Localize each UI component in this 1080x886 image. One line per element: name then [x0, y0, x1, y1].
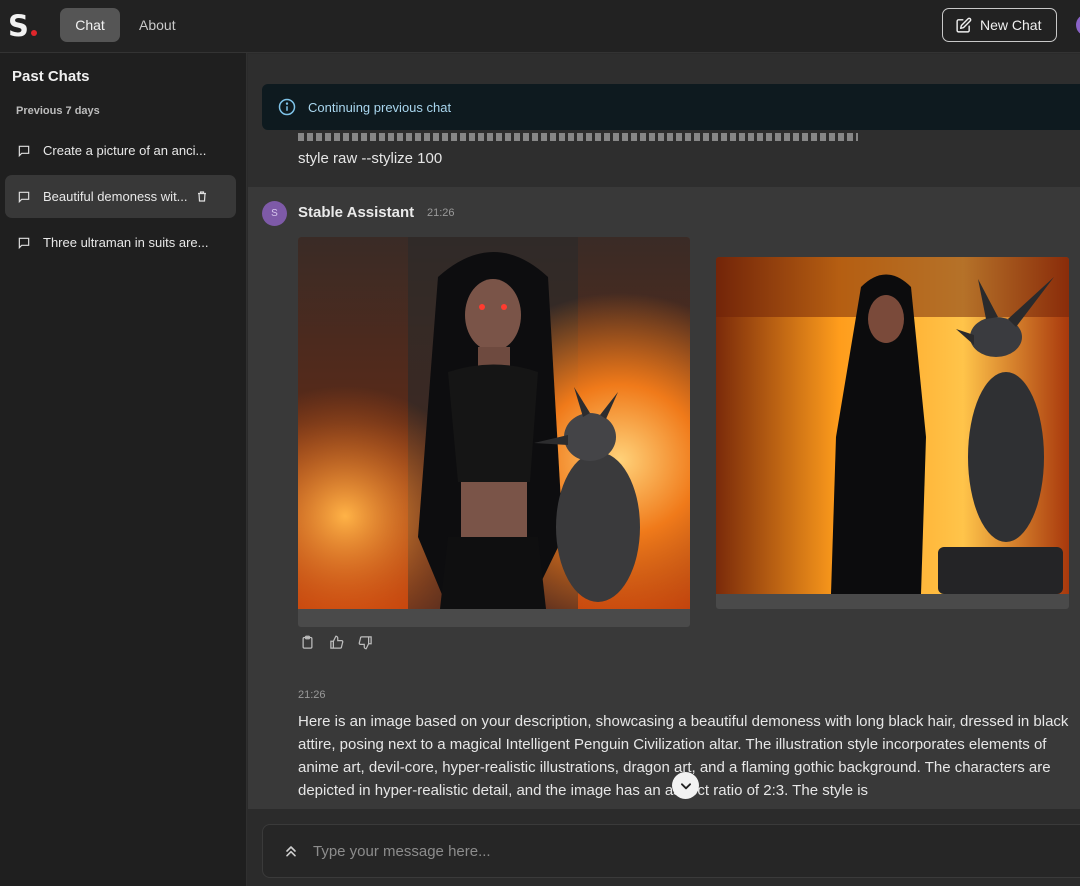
chat-item-active[interactable]: Beautiful demoness wit...: [5, 175, 236, 218]
chat-bubble-icon: [18, 237, 30, 249]
assistant-name: Stable Assistant: [298, 204, 415, 221]
thumbs-up-icon[interactable]: [329, 635, 344, 650]
message-input[interactable]: [313, 842, 1013, 860]
app-root: S Chat About New Chat Past Chats Previou…: [0, 0, 1080, 886]
chat-bubble-icon: [18, 145, 30, 157]
new-chat-button[interactable]: New Chat: [942, 8, 1057, 42]
assistant-message: S Stable Assistant 21:26 21:26 Here is a…: [248, 187, 1080, 886]
assistant-avatar: S: [262, 201, 287, 226]
logo-dot: [31, 30, 37, 36]
generated-image-2[interactable]: [716, 257, 1069, 609]
notice-text: Continuing previous chat: [308, 99, 452, 115]
sidebar-title: Past Chats: [12, 68, 90, 85]
chat-item-label: Create a picture of an anci...: [43, 143, 207, 158]
edit-icon: [956, 17, 972, 33]
continuing-chat-notice: Continuing previous chat: [262, 84, 1080, 130]
tab-about[interactable]: About: [124, 8, 191, 42]
previous-message-text: style raw --stylize 100: [298, 150, 443, 167]
thumbs-down-icon[interactable]: [358, 635, 373, 650]
chat-bubble-icon: [18, 191, 30, 203]
tab-chat[interactable]: Chat: [60, 8, 120, 42]
chat-main: style raw --stylize 100 S Stable Assista…: [248, 54, 1080, 886]
new-chat-label: New Chat: [980, 17, 1042, 33]
chat-item[interactable]: Create a picture of an anci...: [5, 129, 236, 172]
sidebar: Past Chats Previous 7 days Create a pict…: [0, 53, 247, 886]
message-timestamp: 21:26: [298, 689, 326, 701]
assistant-timestamp: 21:26: [427, 207, 455, 219]
double-chevron-up-icon[interactable]: [283, 843, 299, 859]
message-actions: [300, 635, 373, 650]
logo[interactable]: S: [8, 9, 29, 43]
user-avatar[interactable]: [1076, 14, 1080, 36]
sidebar-section-label: Previous 7 days: [16, 105, 100, 117]
generated-image-1[interactable]: [298, 237, 690, 627]
trash-icon[interactable]: [196, 190, 208, 203]
clipboard-icon[interactable]: [300, 635, 315, 650]
chevron-down-icon: [680, 782, 691, 789]
scroll-to-bottom-button[interactable]: [672, 772, 699, 799]
previous-message-clipped-line: [298, 133, 858, 141]
chat-item-label: Beautiful demoness wit...: [43, 189, 188, 204]
chat-item[interactable]: Three ultraman in suits are...: [5, 221, 236, 264]
info-icon: [278, 98, 296, 116]
chat-item-label: Three ultraman in suits are...: [43, 235, 209, 250]
message-composer: [262, 824, 1080, 878]
top-bar: S Chat About New Chat: [0, 0, 1080, 53]
